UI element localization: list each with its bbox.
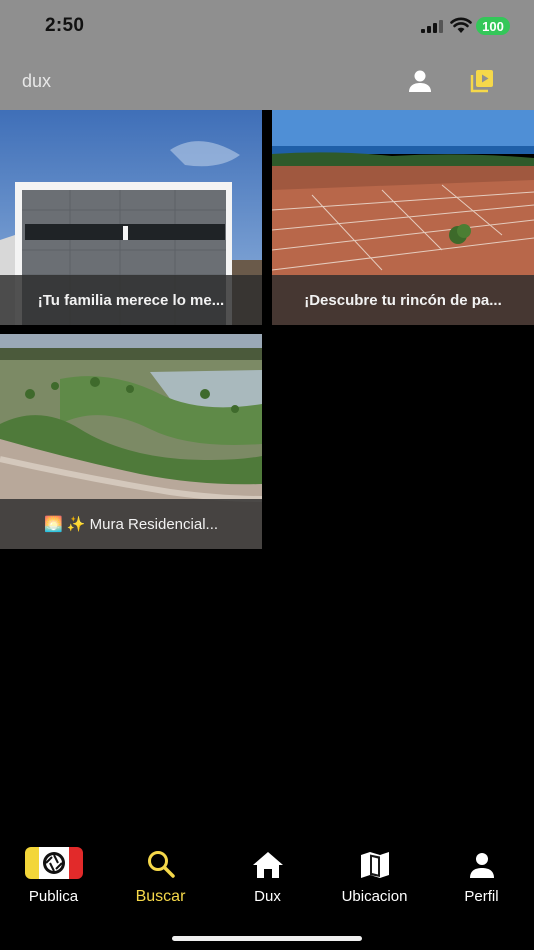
tab-label: Publica xyxy=(28,888,79,905)
battery-level: 100 xyxy=(482,18,504,34)
post-card[interactable]: ¡Descubre tu rincón de pa... xyxy=(272,110,534,325)
tab-ubicacion[interactable]: Ubicacion xyxy=(321,845,428,915)
post-card[interactable]: 🌅 ✨ Mura Residencial... xyxy=(0,334,262,549)
camera-shutter-icon xyxy=(24,847,83,879)
tab-dux[interactable]: Dux xyxy=(214,845,321,915)
post-caption: ¡Descubre tu rincón de pa... xyxy=(272,275,534,325)
home-indicator[interactable] xyxy=(172,936,362,941)
map-icon xyxy=(360,852,389,878)
bottom-tab-bar: Publica Buscar Dux Ubicacion Perfil xyxy=(0,845,534,915)
cellular-signal-icon xyxy=(421,20,443,33)
tab-label: Perfil xyxy=(464,888,499,905)
tab-publica[interactable]: Publica xyxy=(0,845,107,915)
post-caption: ¡Tu familia merece lo me... xyxy=(0,275,262,325)
home-icon xyxy=(252,852,283,878)
post-card[interactable]: ¡Tu familia merece lo me... xyxy=(0,110,262,325)
tab-label: Dux xyxy=(254,888,281,905)
top-bar: 2:50 100 dux xyxy=(0,0,534,110)
tab-perfil[interactable]: Perfil xyxy=(428,845,534,915)
battery-indicator: 100 xyxy=(476,17,510,35)
wifi-icon xyxy=(450,17,472,33)
person-icon xyxy=(469,853,494,878)
status-bar: 2:50 100 xyxy=(0,0,534,52)
status-time: 2:50 xyxy=(45,15,85,36)
tab-label: Buscar xyxy=(135,888,186,905)
app-title: dux xyxy=(22,71,52,91)
tab-label: Ubicacion xyxy=(341,888,408,905)
post-caption: 🌅 ✨ Mura Residencial... xyxy=(0,499,262,549)
person-icon[interactable] xyxy=(407,68,433,94)
video-library-icon[interactable] xyxy=(469,68,495,94)
search-icon xyxy=(147,851,175,878)
tab-buscar[interactable]: Buscar xyxy=(107,845,214,915)
